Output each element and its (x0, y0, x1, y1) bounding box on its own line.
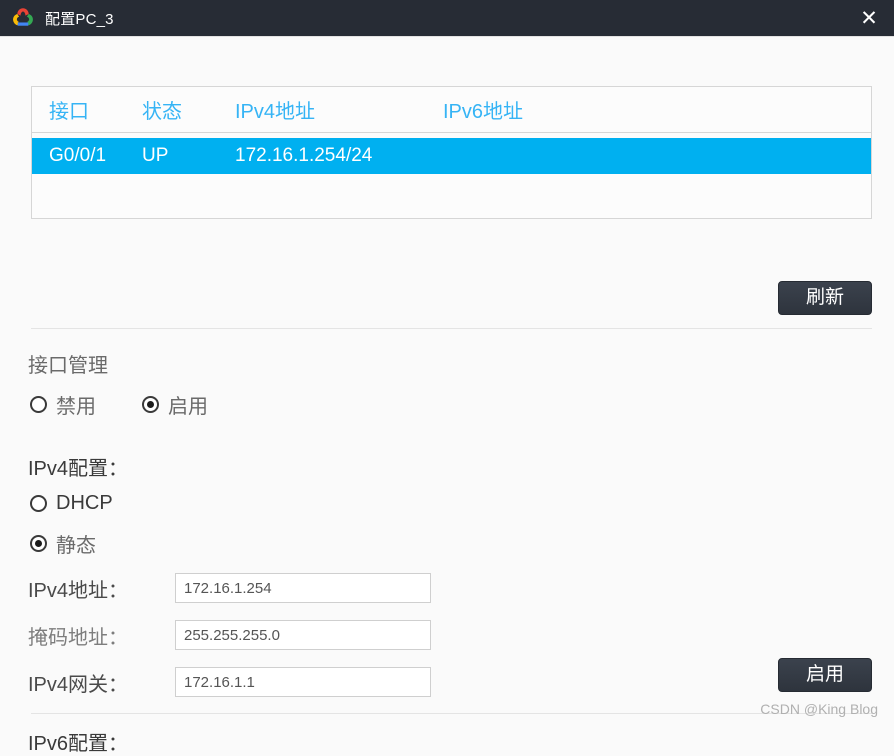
ipv4-gateway-label: IPv4网关： (28, 673, 129, 696)
interface-management-label: 接口管理 (28, 355, 108, 377)
radio-option-dhcp[interactable]: DHCP (30, 492, 113, 515)
radio-icon-dhcp (30, 495, 47, 512)
cell-state: UP (142, 145, 169, 166)
interface-table: 接口 状态 IPv4地址 IPv6地址 G0/0/1 UP 172.16.1.2… (31, 86, 872, 219)
radio-label-dhcp: DHCP (56, 492, 113, 514)
ipv4-address-row: IPv4地址： (28, 573, 431, 603)
interface-table-header: 接口 状态 IPv4地址 IPv6地址 (32, 87, 871, 133)
radio-option-disable[interactable]: 禁用 (30, 390, 96, 419)
section-divider-bottom (31, 713, 872, 714)
radio-option-enable[interactable]: 启用 (142, 390, 208, 419)
apply-button[interactable]: 启用 (778, 658, 872, 692)
ipv4-config-label: IPv4配置： (28, 458, 129, 480)
refresh-button[interactable]: 刷新 (778, 281, 872, 315)
interface-table-body: G0/0/1 UP 172.16.1.254/24 (32, 133, 871, 218)
ipv4-address-input[interactable] (175, 573, 431, 603)
cell-ipv4: 172.16.1.254/24 (235, 145, 373, 166)
watermark: CSDN @King Blog (760, 701, 878, 717)
cloud-logo-icon (13, 8, 33, 26)
cell-interface: G0/0/1 (49, 145, 107, 166)
column-header-state: 状态 (142, 101, 182, 123)
radio-label-disable: 禁用 (56, 396, 96, 418)
column-header-ipv4: IPv4地址 (235, 101, 316, 123)
ipv4-mask-input[interactable] (175, 620, 431, 650)
radio-label-enable: 启用 (168, 396, 208, 418)
ipv4-gateway-row: IPv4网关： (28, 667, 431, 697)
radio-option-static[interactable]: 静态 (30, 529, 96, 558)
radio-icon-disable (30, 396, 47, 413)
section-divider-top (31, 328, 872, 329)
window-title: 配置PC_3 (45, 10, 114, 28)
ipv4-address-label: IPv4地址： (28, 579, 129, 602)
ipv4-mask-row: 掩码地址： (28, 620, 431, 650)
dialog-content: 接口 状态 IPv4地址 IPv6地址 G0/0/1 UP 172.16.1.2… (0, 37, 894, 755)
radio-label-static: 静态 (56, 535, 96, 557)
ipv6-config-label: IPv6配置： (28, 733, 129, 755)
column-header-interface: 接口 (49, 101, 89, 123)
ipv4-gateway-input[interactable] (175, 667, 431, 697)
window-titlebar: 配置PC_3 ✕ (0, 0, 894, 36)
ipv4-mode-radio-group-dhcp: DHCP (30, 492, 113, 515)
radio-icon-static (30, 535, 47, 552)
radio-icon-enable (142, 396, 159, 413)
close-icon[interactable]: ✕ (852, 0, 886, 36)
ipv4-mode-radio-group-static: 静态 (30, 529, 96, 558)
column-header-ipv6: IPv6地址 (443, 101, 524, 123)
table-row[interactable]: G0/0/1 UP 172.16.1.254/24 (32, 138, 871, 174)
ipv4-mask-label: 掩码地址： (28, 626, 128, 649)
interface-management-radio-group: 禁用 启用 (30, 390, 208, 419)
